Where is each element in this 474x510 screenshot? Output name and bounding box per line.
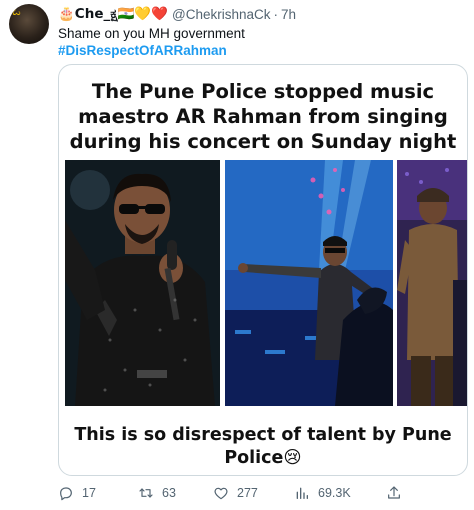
media-headline: The Pune Police stopped music maestro AR…: [69, 80, 457, 153]
share-button[interactable]: [386, 484, 410, 502]
photo-police-officer: [397, 160, 467, 406]
reply-count: 17: [82, 486, 96, 500]
tweet-header: 🎂Che_ಕ್ಷ🇮🇳💛❤️ @ChekrishnaCk · 7h: [58, 5, 296, 23]
singer-closeup-illustration: [65, 160, 220, 406]
views-count: 69.3K: [318, 486, 351, 500]
timestamp[interactable]: 7h: [281, 7, 296, 22]
reply-icon: [60, 487, 72, 501]
views-icon: [296, 487, 308, 499]
avatar-glyph: ಓ: [12, 4, 21, 19]
retweet-count: 63: [162, 486, 176, 500]
concert-stage-illustration: [225, 160, 393, 406]
photo-concert-stage: [225, 160, 393, 406]
avatar[interactable]: ಓ: [9, 4, 49, 44]
retweet-button[interactable]: 63: [138, 484, 176, 502]
media-image[interactable]: The Pune Police stopped music maestro AR…: [58, 64, 468, 476]
display-name[interactable]: 🎂Che_ಕ್ಷ🇮🇳💛❤️: [58, 6, 168, 22]
like-count: 277: [237, 486, 258, 500]
media-caption: This is so disrespect of talent by Pune …: [74, 425, 452, 468]
photo-singer-closeup: [65, 160, 220, 406]
tweet-card: ಓ 🎂Che_ಕ್ಷ🇮🇳💛❤️ @ChekrishnaCk · 7h Shame…: [0, 0, 474, 510]
reply-button[interactable]: 17: [58, 484, 96, 502]
police-officer-illustration: [397, 160, 467, 406]
retweet-icon: [139, 488, 153, 498]
views-button[interactable]: 69.3K: [294, 484, 351, 502]
action-bar: 17 63 277 69.3K: [58, 484, 418, 502]
like-icon: [214, 487, 228, 500]
user-handle[interactable]: @ChekrishnaCk: [172, 7, 271, 22]
share-icon: [388, 486, 400, 499]
separator-dot: ·: [273, 6, 278, 22]
like-button[interactable]: 277: [213, 484, 258, 502]
tweet-text: Shame on you MH government: [58, 26, 245, 41]
hashtag-link[interactable]: #DisRespectOfARRahman: [58, 42, 227, 59]
